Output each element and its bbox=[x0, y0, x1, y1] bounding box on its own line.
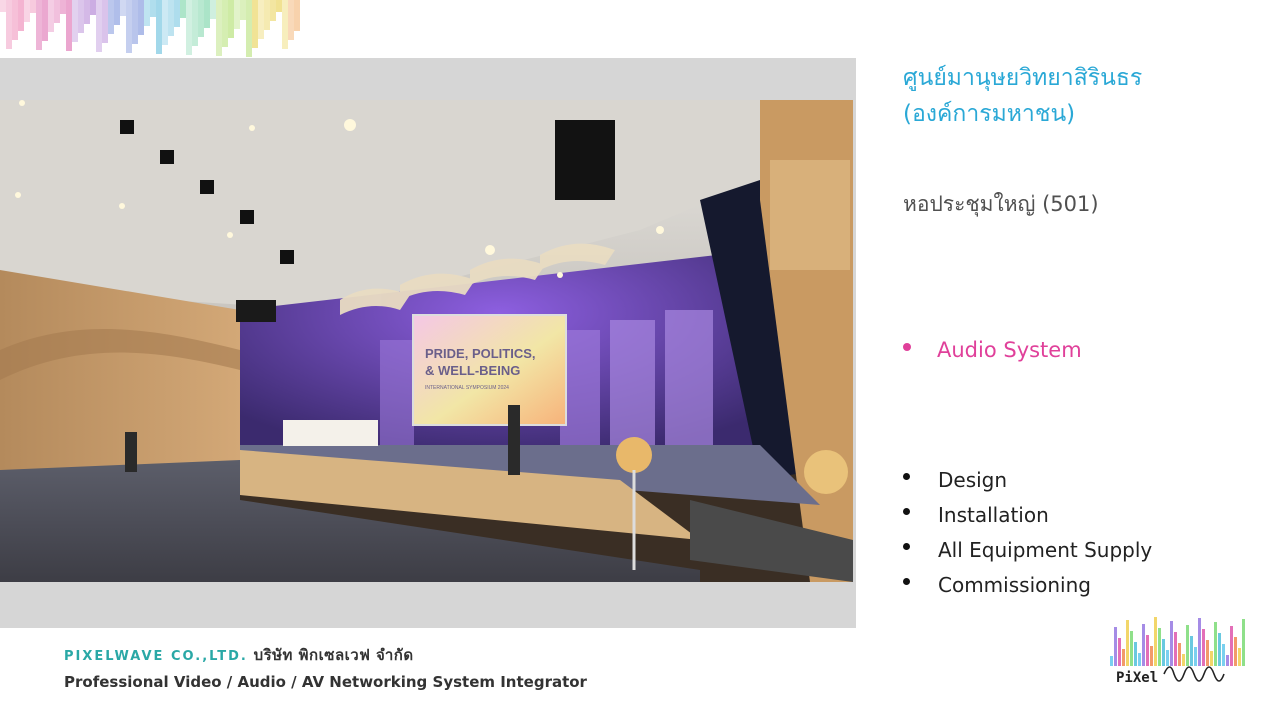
logo-bar bbox=[1206, 640, 1209, 666]
footer: PIXELWAVE CO.,LTD. บริษัท พิกเซลเวฟ จำกั… bbox=[64, 643, 587, 691]
auditorium-photo: PRIDE, POLITICS, & WELL-BEING INTERNATIO… bbox=[0, 100, 853, 582]
logo-bar bbox=[1126, 620, 1129, 666]
logo-bar bbox=[1194, 647, 1197, 666]
service-item: Design bbox=[903, 464, 1152, 499]
service-label: Design bbox=[938, 468, 1008, 492]
service-list: Design Installation All Equipment Supply… bbox=[903, 464, 1152, 604]
logo-bar bbox=[1138, 653, 1141, 666]
company-tagline: Professional Video / Audio / AV Networki… bbox=[64, 673, 587, 691]
service-label: Commissioning bbox=[938, 573, 1091, 597]
pixel-decoration bbox=[0, 0, 310, 60]
company-name-en: PIXELWAVE CO.,LTD. bbox=[64, 649, 248, 664]
audio-system-item: Audio System bbox=[903, 338, 1082, 362]
logo-bar bbox=[1222, 644, 1225, 666]
logo-bar bbox=[1210, 651, 1213, 666]
logo-bar bbox=[1158, 628, 1161, 666]
logo-bar bbox=[1166, 650, 1169, 666]
logo-bar bbox=[1186, 625, 1189, 666]
logo-bar bbox=[1150, 646, 1153, 666]
screen-text-2: & WELL-BEING bbox=[425, 363, 520, 378]
logo-bar bbox=[1230, 626, 1233, 666]
bullet-icon bbox=[903, 343, 911, 351]
logo-bar bbox=[1182, 654, 1185, 666]
venue-title-line-1: ศูนย์มานุษยวิทยาสิรินธร bbox=[903, 65, 1143, 91]
logo-bar bbox=[1170, 621, 1173, 666]
company-name-th: บริษัท พิกเซลเวฟ จำกัด bbox=[253, 646, 414, 664]
logo-bar bbox=[1174, 632, 1177, 666]
service-label: Installation bbox=[938, 503, 1049, 527]
logo-bar bbox=[1162, 639, 1165, 666]
logo-bar bbox=[1238, 648, 1241, 666]
logo-bar bbox=[1122, 649, 1125, 666]
logo-bar bbox=[1134, 642, 1137, 666]
logo-bar bbox=[1178, 643, 1181, 666]
logo-bar bbox=[1154, 617, 1157, 666]
bullet-icon bbox=[903, 473, 910, 480]
venue-title: ศูนย์มานุษยวิทยาสิรินธร (องค์การมหาชน) bbox=[903, 60, 1142, 132]
logo-bar bbox=[1198, 618, 1201, 666]
logo-bar bbox=[1142, 624, 1145, 666]
venue-subtitle: หอประชุมใหญ่ (501) bbox=[903, 192, 1099, 216]
logo-bar bbox=[1114, 627, 1117, 666]
logo-bar bbox=[1202, 629, 1205, 666]
bullet-icon bbox=[903, 578, 910, 585]
venue-title-line-2: (องค์การมหาชน) bbox=[903, 101, 1076, 127]
logo-text: PiXel bbox=[1116, 670, 1158, 686]
service-item: All Equipment Supply bbox=[903, 534, 1152, 569]
bullet-icon bbox=[903, 508, 910, 515]
service-item: Commissioning bbox=[903, 569, 1152, 604]
logo-bar bbox=[1242, 619, 1245, 666]
service-label: All Equipment Supply bbox=[938, 538, 1153, 562]
screen-text-1: PRIDE, POLITICS, bbox=[425, 346, 536, 361]
logo-bar bbox=[1218, 633, 1221, 666]
pixel-bar bbox=[294, 0, 300, 31]
audio-system-label: Audio System bbox=[937, 338, 1082, 362]
logo-bar bbox=[1234, 637, 1237, 666]
logo-bar bbox=[1118, 638, 1121, 666]
service-item: Installation bbox=[903, 499, 1152, 534]
logo-bar bbox=[1226, 655, 1229, 666]
bullet-icon bbox=[903, 543, 910, 550]
logo-bar bbox=[1110, 656, 1113, 666]
logo-bar bbox=[1190, 636, 1193, 666]
logo-bar bbox=[1214, 622, 1217, 666]
logo-bar bbox=[1146, 635, 1149, 666]
company-name: PIXELWAVE CO.,LTD. บริษัท พิกเซลเวฟ จำกั… bbox=[64, 643, 587, 667]
logo-bar bbox=[1130, 631, 1133, 666]
screen-text-3: INTERNATIONAL SYMPOSIUM 2024 bbox=[425, 385, 509, 391]
pixelwave-logo: PiXel bbox=[1106, 612, 1252, 696]
